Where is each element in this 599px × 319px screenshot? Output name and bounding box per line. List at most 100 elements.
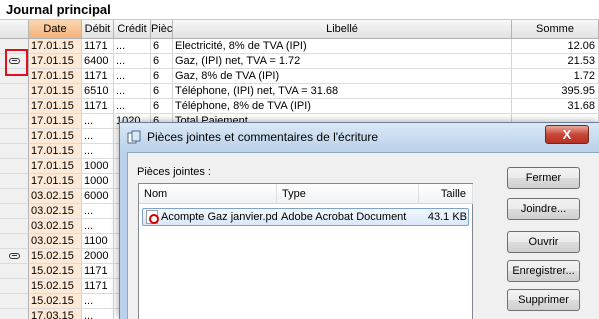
attachment-row[interactable]: Acompte Gaz janvier.pdf Adobe Acrobat Do… — [142, 208, 469, 226]
cell-debit[interactable]: 1171 — [82, 69, 114, 84]
cell-piece[interactable]: 6 — [151, 39, 173, 54]
cell-date[interactable]: 03.02.15 — [29, 204, 82, 219]
list-header-size[interactable]: Taille — [419, 184, 473, 204]
cell-debit[interactable]: 6400 — [82, 54, 114, 69]
cell-credit[interactable]: ... — [114, 99, 151, 114]
cell-piece[interactable]: 6 — [151, 69, 173, 84]
cell-somme[interactable]: 31.68 — [512, 99, 599, 114]
cell-debit[interactable]: 1000 — [82, 159, 114, 174]
row-selector[interactable] — [0, 264, 29, 279]
table-row[interactable]: 17.01.15 1171... 6 Electricité, 8% de TVA (… — [0, 39, 599, 54]
row-selector[interactable] — [0, 279, 29, 294]
cell-libelle[interactable]: Gaz, 8% de TVA (IPI) — [173, 69, 512, 84]
cell-credit[interactable]: ... — [114, 54, 151, 69]
close-button[interactable]: Fermer — [507, 167, 580, 189]
cell-piece[interactable]: 6 — [151, 54, 173, 69]
column-header-credit[interactable]: Crédit — [114, 20, 151, 39]
cell-libelle[interactable]: Téléphone, (IPI) net, TVA = 31.68 — [173, 84, 512, 99]
table-row[interactable]: 17.01.15 6400... 6 Gaz, (IPI) net, TVA = 1.… — [0, 54, 599, 69]
cell-debit[interactable]: 1171 — [82, 39, 114, 54]
cell-debit[interactable]: 1171 — [82, 99, 114, 114]
cell-date[interactable]: 15.02.15 — [29, 264, 82, 279]
row-selector[interactable] — [0, 294, 29, 309]
paperclip-icon[interactable] — [8, 253, 20, 259]
row-selector[interactable] — [0, 309, 29, 319]
cell-somme[interactable]: 12.06 — [512, 39, 599, 54]
cell-debit[interactable]: 1100 — [82, 234, 114, 249]
cell-debit[interactable]: ... — [82, 129, 114, 144]
cell-date[interactable]: 17.01.15 — [29, 144, 82, 159]
cell-date[interactable]: 17.01.15 — [29, 159, 82, 174]
cell-date[interactable]: 17.01.15 — [29, 99, 82, 114]
row-selector[interactable] — [0, 249, 29, 264]
row-selector[interactable] — [0, 114, 29, 129]
cell-debit[interactable]: ... — [82, 309, 114, 319]
cell-date[interactable]: 17.01.15 — [29, 54, 82, 69]
cell-date[interactable]: 17.01.15 — [29, 39, 82, 54]
cell-somme[interactable]: 21.53 — [512, 54, 599, 69]
row-selector[interactable] — [0, 204, 29, 219]
cell-debit[interactable]: 6000 — [82, 189, 114, 204]
dialog-titlebar[interactable]: Pièces jointes et commentaires de l'écri… — [120, 123, 599, 151]
attachment-type: Adobe Acrobat Document — [281, 211, 407, 223]
window-close-button[interactable]: X — [545, 125, 589, 144]
cell-credit[interactable]: ... — [114, 39, 151, 54]
cell-debit[interactable]: 1171 — [82, 279, 114, 294]
table-row[interactable]: 17.01.15 6510... 6 Téléphone, (IPI) net, TV… — [0, 84, 599, 99]
save-button[interactable]: Enregistrer... — [507, 260, 580, 282]
cell-somme[interactable]: 395.95 — [512, 84, 599, 99]
column-header-debit[interactable]: Débit — [82, 20, 114, 39]
row-selector[interactable] — [0, 234, 29, 249]
cell-date[interactable]: 03.02.15 — [29, 219, 82, 234]
pdf-file-icon — [146, 210, 159, 224]
cell-date[interactable]: 17.01.15 — [29, 84, 82, 99]
open-button[interactable]: Ouvrir — [507, 231, 580, 253]
cell-debit[interactable]: 6510 — [82, 84, 114, 99]
cell-date[interactable]: 17.01.15 — [29, 174, 82, 189]
row-selector[interactable] — [0, 174, 29, 189]
cell-date[interactable]: 17.01.15 — [29, 114, 82, 129]
delete-button[interactable]: Supprimer — [507, 289, 580, 311]
cell-somme[interactable]: 1.72 — [512, 69, 599, 84]
attach-button[interactable]: Joindre... — [507, 198, 580, 220]
cell-date[interactable]: 15.02.15 — [29, 249, 82, 264]
row-selector[interactable] — [0, 129, 29, 144]
list-header-type[interactable]: Type — [277, 184, 419, 204]
cell-libelle[interactable]: Téléphone, 8% de TVA (IPI) — [173, 99, 512, 114]
row-selector[interactable] — [0, 219, 29, 234]
cell-date[interactable]: 03.02.15 — [29, 189, 82, 204]
row-selector[interactable] — [0, 189, 29, 204]
cell-libelle[interactable]: Gaz, (IPI) net, TVA = 1.72 — [173, 54, 512, 69]
column-header-date[interactable]: Date — [29, 20, 82, 39]
column-header-libelle[interactable]: Libellé — [173, 20, 512, 39]
row-selector[interactable] — [0, 144, 29, 159]
cell-debit[interactable]: 2000 — [82, 249, 114, 264]
cell-debit[interactable]: ... — [82, 144, 114, 159]
cell-debit[interactable]: ... — [82, 204, 114, 219]
row-selector[interactable] — [0, 84, 29, 99]
attachments-list[interactable]: Nom Type Taille Acompte Gaz janvier.pdf … — [138, 183, 473, 319]
table-row[interactable]: 17.01.15 1171... 6 Téléphone, 8% de TVA (IP… — [0, 99, 599, 114]
cell-debit[interactable]: ... — [82, 219, 114, 234]
row-selector[interactable] — [0, 159, 29, 174]
cell-date[interactable]: 15.02.15 — [29, 279, 82, 294]
cell-debit[interactable]: 1000 — [82, 174, 114, 189]
cell-debit[interactable]: 1171 — [82, 264, 114, 279]
list-header-name[interactable]: Nom — [139, 184, 277, 204]
cell-date[interactable]: 15.02.15 — [29, 294, 82, 309]
cell-libelle[interactable]: Electricité, 8% de TVA (IPI) — [173, 39, 512, 54]
cell-debit[interactable]: ... — [82, 114, 114, 129]
column-header-piece[interactable]: Pièce — [151, 20, 173, 39]
cell-date[interactable]: 17.01.15 — [29, 129, 82, 144]
row-selector[interactable] — [0, 99, 29, 114]
table-row[interactable]: 17.01.15 1171... 6 Gaz, 8% de TVA (IPI) 1.72 — [0, 69, 599, 84]
cell-piece[interactable]: 6 — [151, 84, 173, 99]
cell-date[interactable]: 17.01.15 — [29, 69, 82, 84]
cell-debit[interactable]: ... — [82, 294, 114, 309]
cell-piece[interactable]: 6 — [151, 99, 173, 114]
cell-date[interactable]: 17.03.15 — [29, 309, 82, 319]
column-header-somme[interactable]: Somme — [512, 20, 599, 39]
cell-credit[interactable]: ... — [114, 84, 151, 99]
cell-credit[interactable]: ... — [114, 69, 151, 84]
cell-date[interactable]: 03.02.15 — [29, 234, 82, 249]
